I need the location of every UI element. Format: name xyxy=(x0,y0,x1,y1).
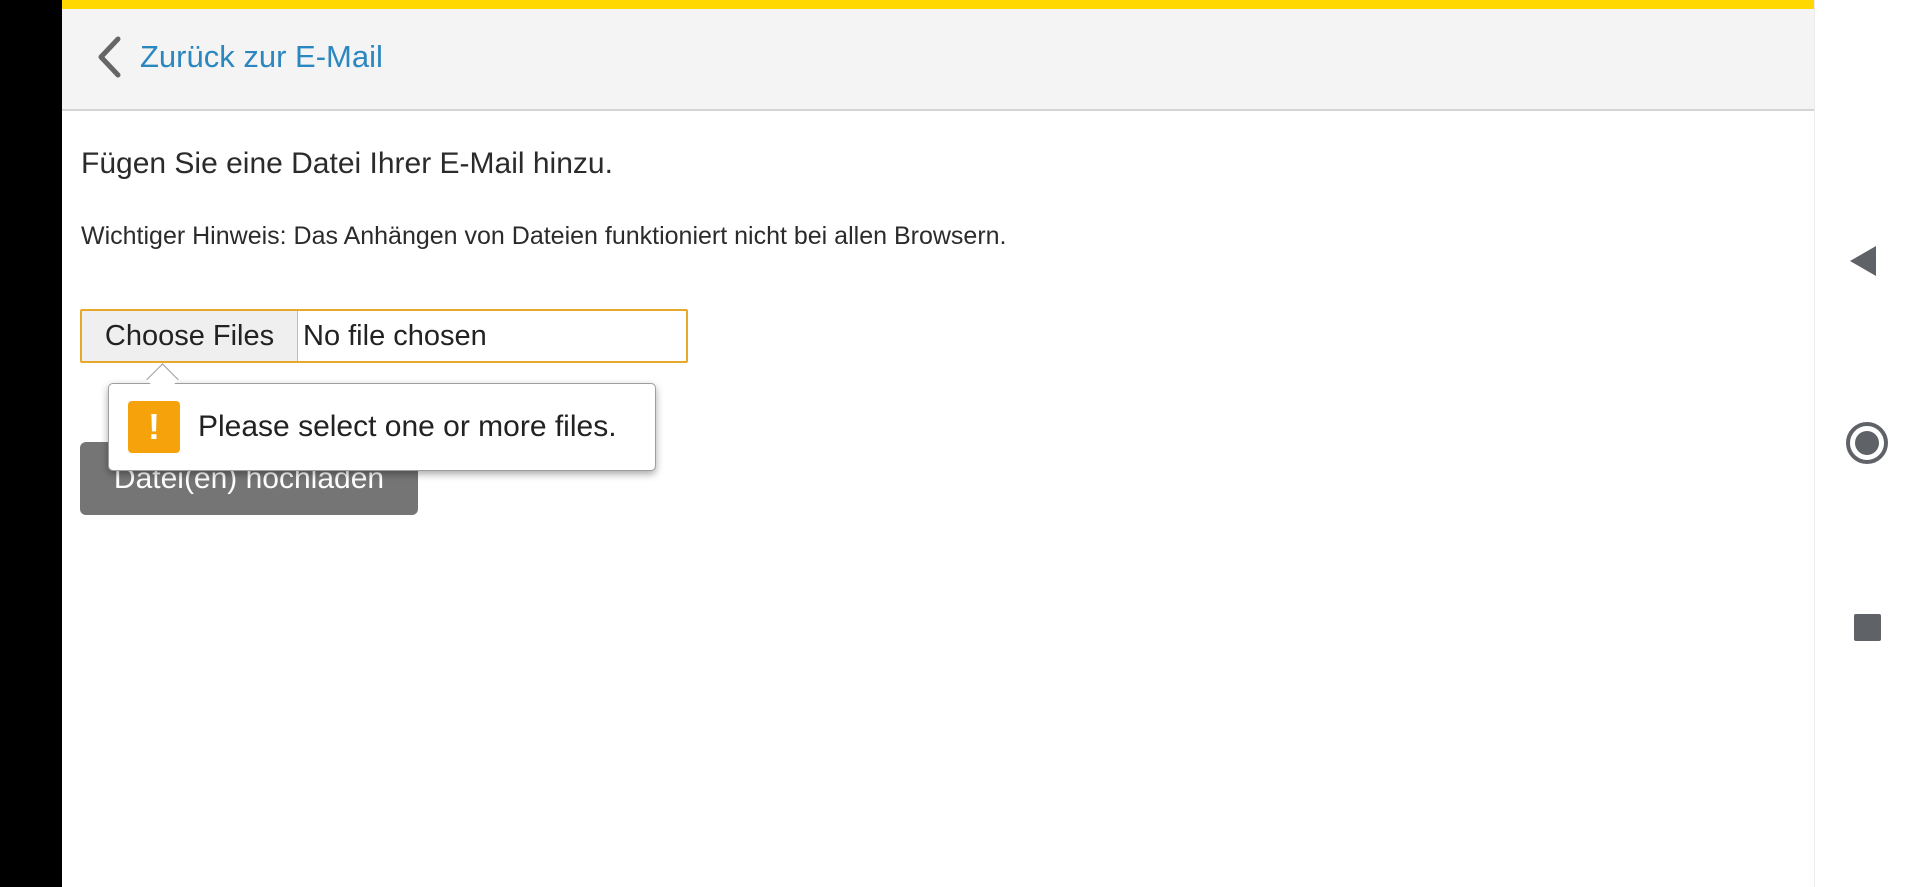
back-link-label: Zurück zur E-Mail xyxy=(140,39,383,74)
back-header: Zurück zur E-Mail xyxy=(62,9,1814,111)
tooltip-arrow xyxy=(146,363,179,396)
back-to-email-link[interactable]: Zurück zur E-Mail xyxy=(94,35,383,79)
choose-files-button[interactable]: Choose Files xyxy=(82,311,298,361)
warning-icon: ! xyxy=(128,401,180,453)
file-input[interactable]: Choose Files No file chosen xyxy=(80,309,688,363)
file-status-text: No file chosen xyxy=(303,319,487,352)
circle-home-icon[interactable] xyxy=(1846,422,1888,464)
page-title: Fügen Sie eine Datei Ihrer E-Mail hinzu. xyxy=(81,147,613,180)
top-accent-bar xyxy=(62,0,1814,9)
validation-tooltip: ! Please select one or more files. xyxy=(108,363,656,471)
browser-note: Wichtiger Hinweis: Das Anhängen von Date… xyxy=(81,222,1007,250)
chevron-left-icon xyxy=(98,36,121,78)
validation-message: Please select one or more files. xyxy=(198,410,617,443)
square-recents-icon[interactable] xyxy=(1854,614,1881,641)
page-content: Zurück zur E-Mail Fügen Sie eine Datei I… xyxy=(62,0,1814,887)
triangle-back-icon[interactable] xyxy=(1850,246,1876,276)
left-edge-bar xyxy=(0,0,62,887)
